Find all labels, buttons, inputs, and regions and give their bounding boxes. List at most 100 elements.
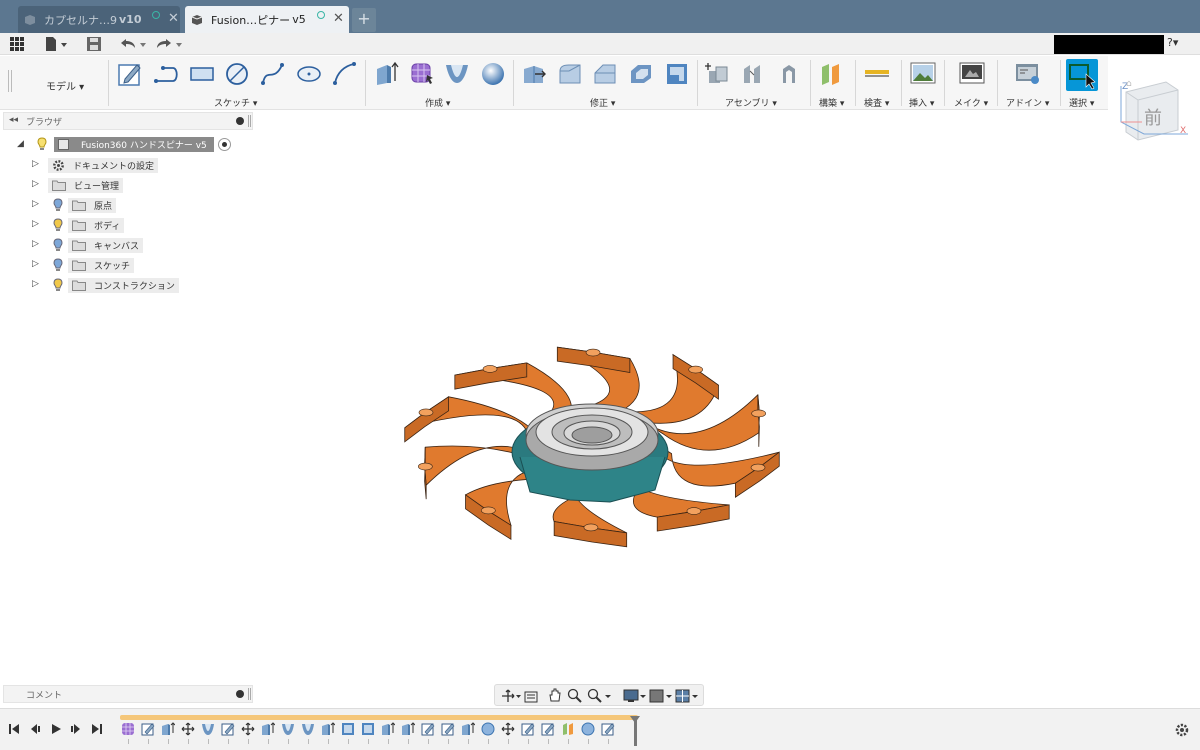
- timeline-marker[interactable]: [630, 716, 640, 746]
- press-pull-icon[interactable]: [521, 61, 547, 87]
- browser-tree-item[interactable]: ▷ ドキュメントの設定: [0, 157, 250, 173]
- revolve-icon[interactable]: [444, 61, 470, 87]
- close-icon[interactable]: ✕: [168, 12, 179, 25]
- lightbulb-icon[interactable]: [53, 198, 63, 212]
- file-menu-icon[interactable]: [44, 36, 70, 52]
- expand-arrow-icon[interactable]: ▷: [32, 179, 39, 189]
- timeline-feature-sphere-icon[interactable]: [581, 722, 595, 736]
- add-comment-icon[interactable]: [236, 690, 244, 698]
- inspect-group-label[interactable]: 検査 ▾: [864, 96, 889, 109]
- browser-node[interactable]: キャンバス: [68, 238, 144, 253]
- close-icon[interactable]: ✕: [333, 12, 344, 25]
- timeline-feature-extrude-icon[interactable]: [401, 722, 415, 736]
- timeline-feature-move-icon[interactable]: [501, 722, 515, 736]
- orbit-icon[interactable]: [500, 688, 522, 704]
- new-component-icon[interactable]: [705, 61, 731, 87]
- timeline-feature-sketch-icon[interactable]: [601, 722, 615, 736]
- timeline-feature-move-icon[interactable]: [241, 722, 255, 736]
- create-group-label[interactable]: 作成 ▾: [425, 96, 450, 109]
- insert-image-icon[interactable]: [910, 61, 936, 87]
- play-icon[interactable]: [50, 723, 62, 735]
- expand-arrow-icon[interactable]: ▷: [32, 239, 39, 249]
- spline-icon[interactable]: [260, 61, 286, 87]
- lightbulb-icon[interactable]: [53, 278, 63, 292]
- activate-component-radio[interactable]: [218, 138, 231, 151]
- timeline-track[interactable]: [120, 715, 638, 720]
- lightbulb-icon[interactable]: [53, 238, 63, 252]
- tab-fusion-spinner[interactable]: Fusion…ピナー v5 ✕: [185, 6, 349, 33]
- combine-icon[interactable]: [664, 61, 690, 87]
- timeline-feature-combine-icon[interactable]: [341, 722, 355, 736]
- look-at-icon[interactable]: [524, 688, 538, 704]
- home-view-icon[interactable]: ⌂: [1126, 79, 1132, 89]
- hand-spinner-model[interactable]: [370, 322, 820, 568]
- offset-plane-icon[interactable]: [818, 61, 844, 87]
- workspace-switcher[interactable]: モデル ▾: [46, 78, 84, 93]
- collapse-panel-icon[interactable]: ◂◂: [9, 115, 18, 125]
- viewports-icon[interactable]: [675, 688, 701, 704]
- expand-arrow-icon[interactable]: ▷: [32, 279, 39, 289]
- insert-group-label[interactable]: 挿入 ▾: [909, 96, 934, 109]
- go-to-start-icon[interactable]: [8, 723, 20, 735]
- browser-node[interactable]: コンストラクション: [68, 278, 179, 293]
- pin-icon[interactable]: [236, 117, 244, 125]
- lightbulb-icon[interactable]: [53, 218, 63, 232]
- expand-arrow-icon[interactable]: ▷: [32, 159, 39, 169]
- ellipse-icon[interactable]: [296, 61, 322, 87]
- viewcube[interactable]: 前 Z X ⌂: [1118, 76, 1190, 146]
- new-tab-button[interactable]: +: [352, 8, 376, 32]
- data-panel-icon[interactable]: [9, 36, 25, 52]
- lightbulb-icon[interactable]: [53, 258, 63, 272]
- create-sketch-icon[interactable]: [117, 61, 143, 87]
- select-group-label[interactable]: 選択 ▾: [1069, 96, 1094, 109]
- browser-tree-item[interactable]: ▷ コンストラクション: [0, 277, 250, 293]
- timeline-feature-sketch-icon[interactable]: [421, 722, 435, 736]
- browser-tree-item[interactable]: ▷ ボディ: [0, 217, 250, 233]
- sphere-icon[interactable]: [480, 61, 506, 87]
- construct-group-label[interactable]: 構築 ▾: [819, 96, 844, 109]
- timeline-feature-extrude-icon[interactable]: [381, 722, 395, 736]
- timeline-feature-extrude-icon[interactable]: [461, 722, 475, 736]
- assemble-group-label[interactable]: アセンブリ ▾: [725, 96, 777, 109]
- timeline-feature-sketch-icon[interactable]: [541, 722, 555, 736]
- scripts-addins-icon[interactable]: [1015, 61, 1041, 87]
- user-account-box[interactable]: [1054, 35, 1164, 54]
- make-group-label[interactable]: メイク ▾: [954, 96, 988, 109]
- timeline-feature-sketch-icon[interactable]: [441, 722, 455, 736]
- ribbon-grip-handle[interactable]: [8, 70, 12, 92]
- shell-icon[interactable]: [628, 61, 654, 87]
- expand-arrow-icon[interactable]: ▷: [32, 199, 39, 209]
- redo-icon[interactable]: [154, 36, 184, 52]
- as-built-joint-icon[interactable]: [776, 61, 802, 87]
- timeline-feature-sketch-icon[interactable]: [141, 722, 155, 736]
- timeline-feature-extrude-icon[interactable]: [261, 722, 275, 736]
- root-component[interactable]: Fusion360 ハンドスピナー v5: [54, 137, 214, 152]
- lightbulb-icon[interactable]: [37, 137, 47, 151]
- measure-icon[interactable]: [864, 61, 890, 87]
- timeline-feature-revolve-icon[interactable]: [281, 722, 295, 736]
- modify-group-label[interactable]: 修正 ▾: [590, 96, 615, 109]
- zoom-icon[interactable]: [567, 688, 583, 704]
- timeline-feature-revolve-icon[interactable]: [201, 722, 215, 736]
- timeline-feature-plane-icon[interactable]: [561, 722, 575, 736]
- tab-capsule[interactable]: カプセルナ…9 v10 ✕: [18, 6, 180, 33]
- select-tool-button[interactable]: [1066, 59, 1098, 91]
- display-settings-icon[interactable]: [623, 688, 649, 704]
- panel-resize-grip[interactable]: [248, 115, 251, 127]
- expand-arrow-icon[interactable]: ▷: [32, 219, 39, 229]
- browser-node[interactable]: スケッチ: [68, 258, 135, 273]
- sketch-group-label[interactable]: スケッチ ▾: [214, 96, 257, 109]
- browser-node[interactable]: ボディ: [68, 218, 125, 233]
- expand-arrow-icon[interactable]: ▷: [32, 259, 39, 269]
- rectangle-icon[interactable]: [189, 61, 215, 87]
- step-back-icon[interactable]: [29, 723, 41, 735]
- undo-icon[interactable]: [118, 36, 148, 52]
- chamfer-icon[interactable]: [592, 61, 618, 87]
- timeline-feature-move-icon[interactable]: [181, 722, 195, 736]
- timeline-feature-extrude-icon[interactable]: [161, 722, 175, 736]
- timeline-feature-combine-icon[interactable]: [361, 722, 375, 736]
- browser-node[interactable]: ドキュメントの設定: [48, 158, 159, 173]
- pan-icon[interactable]: [547, 687, 563, 704]
- browser-tree-item[interactable]: ▷ 原点: [0, 197, 250, 213]
- line-icon[interactable]: [153, 61, 179, 87]
